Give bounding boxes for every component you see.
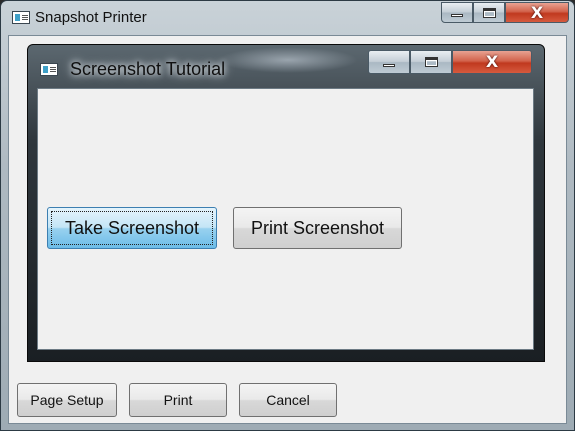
minimize-icon <box>451 14 463 18</box>
app-window-icon <box>12 11 30 24</box>
inner-client-area: Take Screenshot Print Screenshot <box>37 88 534 350</box>
maximize-icon <box>425 57 438 67</box>
cancel-button[interactable]: Cancel <box>239 383 337 417</box>
outer-minimize-button[interactable] <box>441 2 473 23</box>
print-button[interactable]: Print <box>129 383 227 417</box>
inner-window-title: Screenshot Tutorial <box>70 59 226 79</box>
inner-close-button[interactable]: X <box>452 50 532 74</box>
inner-app-window-icon <box>40 63 58 76</box>
outer-client-area: Screenshot Tutorial X Take Screenshot Pr… <box>8 35 567 424</box>
outer-close-button[interactable]: X <box>505 2 569 23</box>
print-screenshot-button[interactable]: Print Screenshot <box>233 207 402 249</box>
take-screenshot-label: Take Screenshot <box>64 218 200 238</box>
page-setup-label: Page Setup <box>30 392 104 408</box>
take-screenshot-button[interactable]: Take Screenshot <box>47 207 217 249</box>
close-icon: X <box>530 2 544 22</box>
outer-window-title: Snapshot Printer <box>35 9 147 26</box>
print-label: Print <box>163 392 193 408</box>
print-screenshot-label: Print Screenshot <box>250 218 385 238</box>
inner-maximize-button[interactable] <box>410 50 452 74</box>
snapshot-printer-window: Snapshot Printer X Screenshot Tutorial X <box>0 0 575 431</box>
minimize-icon <box>383 64 395 68</box>
cancel-label: Cancel <box>266 392 310 408</box>
outer-title-bar[interactable]: Snapshot Printer X <box>1 1 574 35</box>
screenshot-tutorial-window: Screenshot Tutorial X Take Screenshot Pr… <box>27 44 545 362</box>
maximize-icon <box>483 7 496 18</box>
page-setup-button[interactable]: Page Setup <box>17 383 117 417</box>
outer-maximize-button[interactable] <box>473 2 505 23</box>
inner-minimize-button[interactable] <box>368 50 410 74</box>
close-icon: X <box>485 52 499 72</box>
